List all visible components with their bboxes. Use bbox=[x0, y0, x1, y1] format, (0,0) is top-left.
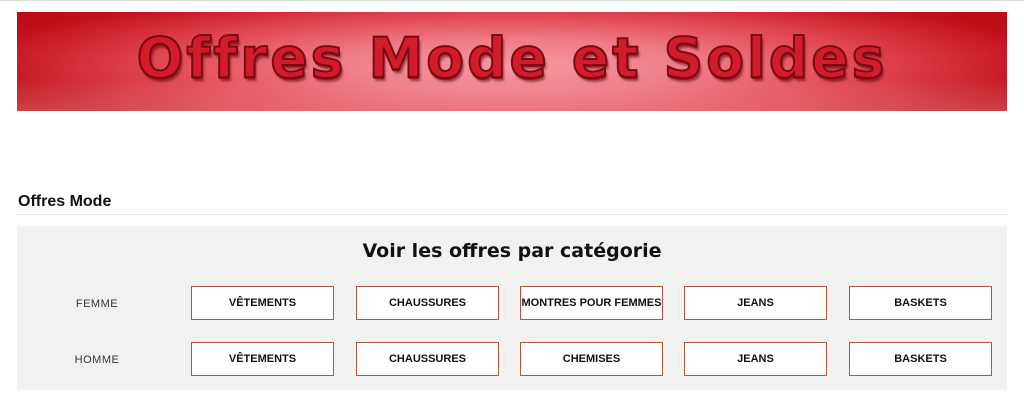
homme-chemises-button[interactable]: CHEMISES bbox=[520, 342, 663, 376]
femme-montres-button[interactable]: MONTRES POUR FEMMES bbox=[520, 286, 663, 320]
panel-title: Voir les offres par catégorie bbox=[362, 240, 662, 262]
category-panel: Voir les offres par catégorie FEMME VÊTE… bbox=[17, 226, 1007, 390]
femme-jeans-button[interactable]: JEANS bbox=[684, 286, 827, 320]
homme-chaussures-button[interactable]: CHAUSSURES bbox=[356, 342, 499, 376]
banner-title: Offres Mode et Soldes bbox=[136, 25, 888, 91]
homme-jeans-button[interactable]: JEANS bbox=[684, 342, 827, 376]
femme-vetements-button[interactable]: VÊTEMENTS bbox=[191, 286, 334, 320]
homme-vetements-button[interactable]: VÊTEMENTS bbox=[191, 342, 334, 376]
femme-baskets-button[interactable]: BASKETS bbox=[849, 286, 992, 320]
femme-chaussures-button[interactable]: CHAUSSURES bbox=[356, 286, 499, 320]
top-divider bbox=[0, 0, 1024, 1]
section-title: Offres Mode bbox=[18, 193, 112, 210]
promo-banner[interactable]: Offres Mode et Soldes bbox=[17, 12, 1007, 111]
section-divider bbox=[17, 214, 1007, 215]
row-label-homme: HOMME bbox=[74, 354, 120, 366]
homme-baskets-button[interactable]: BASKETS bbox=[849, 342, 992, 376]
row-label-femme: FEMME bbox=[75, 298, 119, 310]
